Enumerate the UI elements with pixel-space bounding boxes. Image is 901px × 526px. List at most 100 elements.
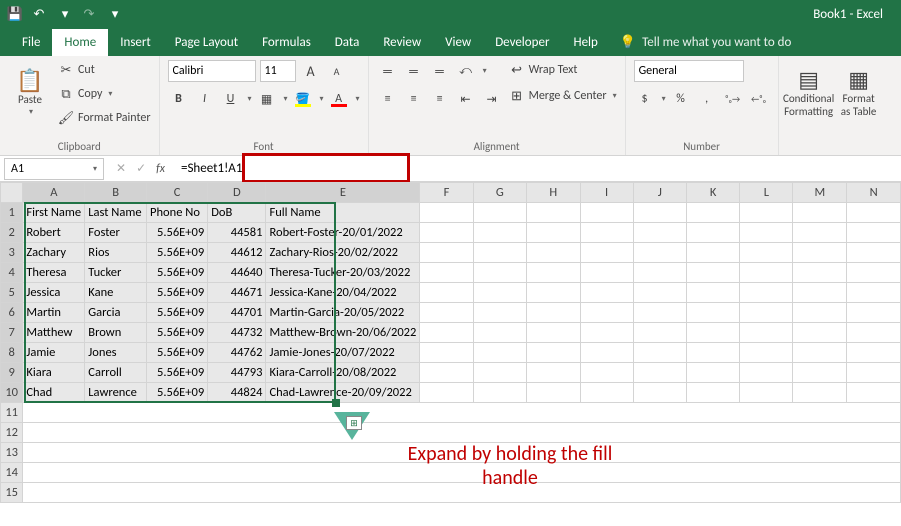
cell[interactable] [740, 243, 793, 263]
cell[interactable]: 5.56E+09 [147, 323, 208, 343]
cell[interactable] [580, 243, 633, 263]
cell[interactable] [793, 263, 847, 283]
orientation-button[interactable]: ⤺ [455, 60, 477, 82]
cell[interactable] [527, 263, 580, 283]
cell[interactable]: 5.56E+09 [147, 363, 208, 383]
cell[interactable]: Martin-Garcia-20/05/2022 [266, 303, 420, 323]
cell[interactable]: Tucker [85, 263, 147, 283]
cell[interactable] [847, 323, 901, 343]
cell[interactable]: Last Name [85, 203, 147, 223]
underline-dropdown-icon[interactable]: ▾ [248, 94, 252, 104]
col-header[interactable]: J [633, 183, 686, 203]
cell[interactable] [793, 223, 847, 243]
cell[interactable] [473, 243, 527, 263]
row-header[interactable]: 15 [1, 483, 23, 503]
cell[interactable]: DoB [208, 203, 266, 223]
cell[interactable] [420, 343, 473, 363]
cell[interactable]: 44671 [208, 283, 266, 303]
font-name-input[interactable] [168, 60, 256, 82]
select-all-corner[interactable] [1, 183, 23, 203]
cell[interactable]: Matthew [23, 323, 85, 343]
cell[interactable] [847, 203, 901, 223]
cell[interactable] [420, 363, 473, 383]
font-color-dropdown-icon[interactable]: ▾ [356, 94, 360, 104]
row-header[interactable]: 6 [1, 303, 23, 323]
cell[interactable]: Chad-Lawrence-20/09/2022 [266, 383, 420, 403]
row-header[interactable]: 3 [1, 243, 23, 263]
increase-font-button[interactable]: A [300, 60, 322, 82]
cell[interactable] [420, 303, 473, 323]
comma-button[interactable]: , [696, 88, 718, 110]
cell[interactable] [633, 303, 686, 323]
cell[interactable]: Jessica [23, 283, 85, 303]
cell[interactable] [793, 323, 847, 343]
italic-button[interactable]: I [194, 88, 216, 110]
row-header[interactable]: 13 [1, 443, 23, 463]
cell[interactable]: Phone No [147, 203, 208, 223]
name-box-dropdown-icon[interactable]: ▾ [93, 164, 97, 174]
cell[interactable]: 44762 [208, 343, 266, 363]
redo-icon[interactable]: ↷ [80, 5, 98, 23]
cell[interactable] [793, 283, 847, 303]
fill-color-button[interactable]: 🪣 [292, 88, 314, 110]
cell[interactable]: Chad [23, 383, 85, 403]
row-header[interactable]: 2 [1, 223, 23, 243]
cell[interactable] [686, 203, 739, 223]
cell[interactable]: Jessica-Kane-20/04/2022 [266, 283, 420, 303]
align-right-button[interactable]: ≡ [429, 88, 451, 110]
align-left-button[interactable]: ≡ [377, 88, 399, 110]
cell[interactable] [633, 203, 686, 223]
tab-formulas[interactable]: Formulas [250, 29, 323, 56]
tab-developer[interactable]: Developer [483, 29, 561, 56]
tab-help[interactable]: Help [561, 29, 609, 56]
format-painter-button[interactable]: 🖌Format Painter [58, 108, 151, 128]
cell[interactable]: Theresa [23, 263, 85, 283]
row-header[interactable]: 1 [1, 203, 23, 223]
cell[interactable] [740, 263, 793, 283]
cell[interactable] [580, 323, 633, 343]
cell[interactable] [793, 343, 847, 363]
cell[interactable] [793, 303, 847, 323]
decrease-font-button[interactable]: A [326, 60, 348, 82]
row-header[interactable]: 9 [1, 363, 23, 383]
decrease-indent-button[interactable]: ⇤ [455, 88, 477, 110]
col-header[interactable]: M [793, 183, 847, 203]
wrap-text-button[interactable]: ↩Wrap Text [509, 60, 617, 80]
percent-button[interactable]: % [670, 88, 692, 110]
cell[interactable] [793, 383, 847, 403]
cell[interactable]: 44732 [208, 323, 266, 343]
cell[interactable] [740, 343, 793, 363]
cell[interactable]: 5.56E+09 [147, 283, 208, 303]
cell[interactable]: Carroll [85, 363, 147, 383]
row-header[interactable]: 10 [1, 383, 23, 403]
cell[interactable]: Foster [85, 223, 147, 243]
cell[interactable] [686, 303, 739, 323]
tab-file[interactable]: File [10, 29, 52, 56]
cell[interactable]: Zachary-Rios-20/02/2022 [266, 243, 420, 263]
cell[interactable] [580, 383, 633, 403]
col-header[interactable]: F [420, 183, 473, 203]
cell[interactable] [580, 343, 633, 363]
cell[interactable]: 5.56E+09 [147, 223, 208, 243]
cell[interactable] [420, 243, 473, 263]
cell[interactable] [473, 223, 527, 243]
cell[interactable] [527, 343, 580, 363]
cell[interactable] [847, 223, 901, 243]
col-header[interactable]: A [23, 183, 85, 203]
cell[interactable] [527, 323, 580, 343]
qat-customize-icon[interactable]: ▾ [106, 5, 124, 23]
cell[interactable] [847, 343, 901, 363]
undo-icon[interactable]: ↶ [30, 5, 48, 23]
currency-button[interactable]: $ [634, 88, 656, 110]
cell[interactable] [580, 283, 633, 303]
cell[interactable]: First Name [23, 203, 85, 223]
save-icon[interactable]: 💾 [6, 5, 24, 23]
cell[interactable] [740, 223, 793, 243]
name-box[interactable]: A1 ▾ [4, 158, 104, 180]
enter-formula-icon[interactable]: ✓ [136, 161, 146, 176]
cell[interactable]: 5.56E+09 [147, 263, 208, 283]
fill-handle[interactable] [332, 399, 340, 407]
spreadsheet-grid[interactable]: A B C D E F G H I J K L M N 1 First Name… [0, 182, 901, 503]
row-header[interactable]: 14 [1, 463, 23, 483]
cell[interactable] [633, 223, 686, 243]
